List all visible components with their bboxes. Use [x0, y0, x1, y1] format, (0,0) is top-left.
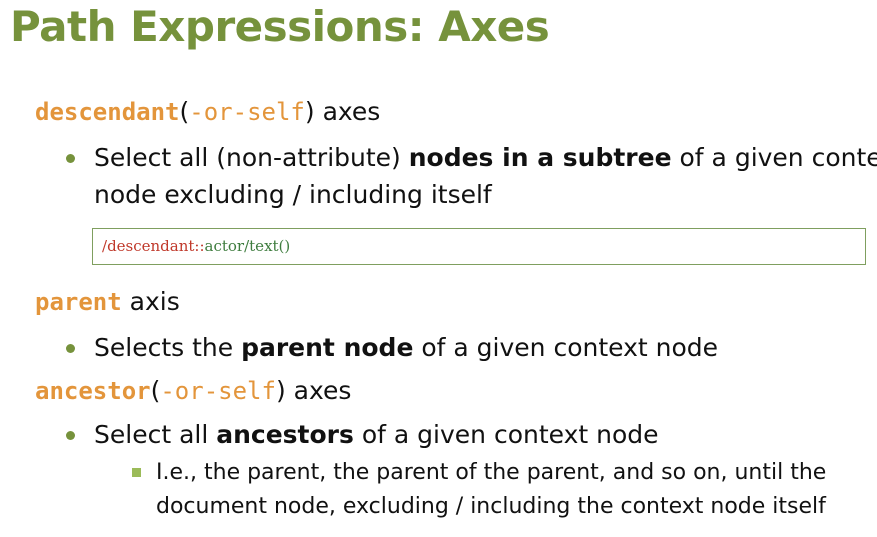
bullet-bold-text: parent node	[241, 333, 414, 362]
sub-bullet-square-icon	[132, 468, 141, 477]
keyword-descendant: descendant	[35, 98, 180, 126]
open-paren: (	[179, 97, 190, 126]
bullet-bold-text: ancestors	[216, 420, 354, 449]
keyword-ancestor: ancestor	[35, 377, 151, 405]
bullet-bold-text: nodes in a subtree	[408, 143, 672, 172]
keyword-parent: parent	[35, 288, 122, 316]
code-axis: descendant::	[107, 237, 205, 255]
heading-label: axes	[314, 97, 381, 126]
optional-suffix: -or-self	[189, 98, 305, 126]
bullet-dot-icon	[66, 344, 75, 353]
code-path: actor/text()	[204, 237, 291, 255]
close-paren: )	[275, 376, 286, 405]
bullet-text: of a given context node	[353, 420, 659, 449]
bullet-text: Selects the	[94, 333, 242, 362]
optional-suffix: -or-self	[160, 377, 276, 405]
code-example: /descendant::actor/text()	[102, 237, 290, 255]
section-heading-descendant: descendant(-or-self) axes	[35, 97, 380, 126]
heading-label: axis	[121, 287, 180, 316]
bullet-descendant-line2: node excluding / including itself	[94, 180, 492, 209]
sub-bullet-ancestor-line2: document node, excluding / including the…	[156, 494, 826, 519]
bullet-text: of a given context node	[413, 333, 719, 362]
bullet-parent: Selects the parent node of a given conte…	[94, 329, 718, 366]
section-heading-parent: parent axis	[35, 287, 180, 316]
bullet-text: of a given context	[679, 143, 877, 172]
section-heading-ancestor: ancestor(-or-self) axes	[35, 376, 351, 405]
sub-bullet-ancestor-line1: I.e., the parent, the parent of the pare…	[156, 460, 827, 485]
slide-title: Path Expressions: Axes	[10, 2, 550, 51]
close-paren: )	[304, 97, 315, 126]
open-paren: (	[150, 376, 161, 405]
bullet-text: Select all	[94, 420, 217, 449]
bullet-ancestor: Select all ancestors of a given context …	[94, 416, 659, 453]
bullet-descendant-line1: Select all (non-attribute) nodes in a su…	[94, 139, 877, 176]
code-example-box: /descendant::actor/text()	[92, 228, 866, 265]
bullet-dot-icon	[66, 431, 75, 440]
bullet-dot-icon	[66, 154, 75, 163]
bullet-text: Select all (non-attribute)	[94, 143, 409, 172]
heading-label: axes	[285, 376, 352, 405]
